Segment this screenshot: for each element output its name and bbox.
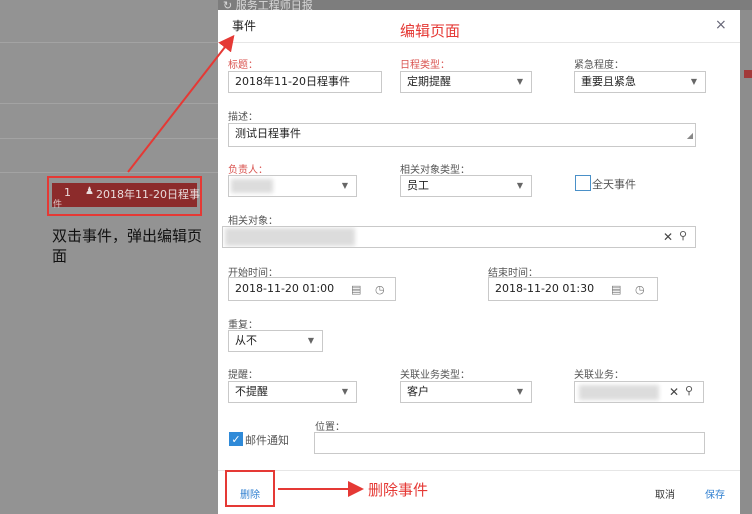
arrow-to-dialog [127,34,235,173]
annotation-arrows [127,34,364,497]
